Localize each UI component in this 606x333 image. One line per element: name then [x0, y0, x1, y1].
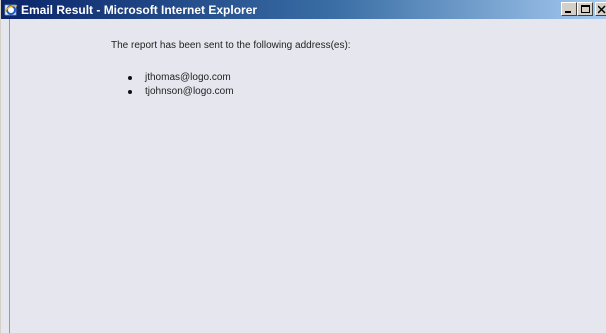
close-icon	[598, 5, 606, 14]
list-item: jthomas@logo.com	[128, 71, 234, 85]
close-button[interactable]	[595, 2, 606, 16]
minimize-icon	[565, 11, 571, 13]
page-content: The report has been sent to the followin…	[9, 19, 606, 333]
internet-explorer-icon	[4, 3, 18, 17]
maximize-button[interactable]	[577, 2, 593, 16]
maximize-icon	[581, 5, 590, 13]
list-item: tjohnson@logo.com	[128, 85, 234, 99]
bullet-icon	[128, 76, 132, 80]
window-title: Email Result - Microsoft Internet Explor…	[21, 2, 258, 17]
minimize-button[interactable]	[561, 2, 577, 16]
bullet-icon	[128, 90, 132, 94]
address-list: jthomas@logo.com tjohnson@logo.com	[128, 71, 234, 99]
browser-window: Email Result - Microsoft Internet Explor…	[0, 0, 606, 333]
confirmation-message: The report has been sent to the followin…	[111, 40, 351, 51]
email-address: tjohnson@logo.com	[145, 86, 234, 97]
title-bar[interactable]: Email Result - Microsoft Internet Explor…	[1, 0, 606, 19]
email-address: jthomas@logo.com	[145, 72, 231, 83]
window-controls	[561, 2, 606, 16]
